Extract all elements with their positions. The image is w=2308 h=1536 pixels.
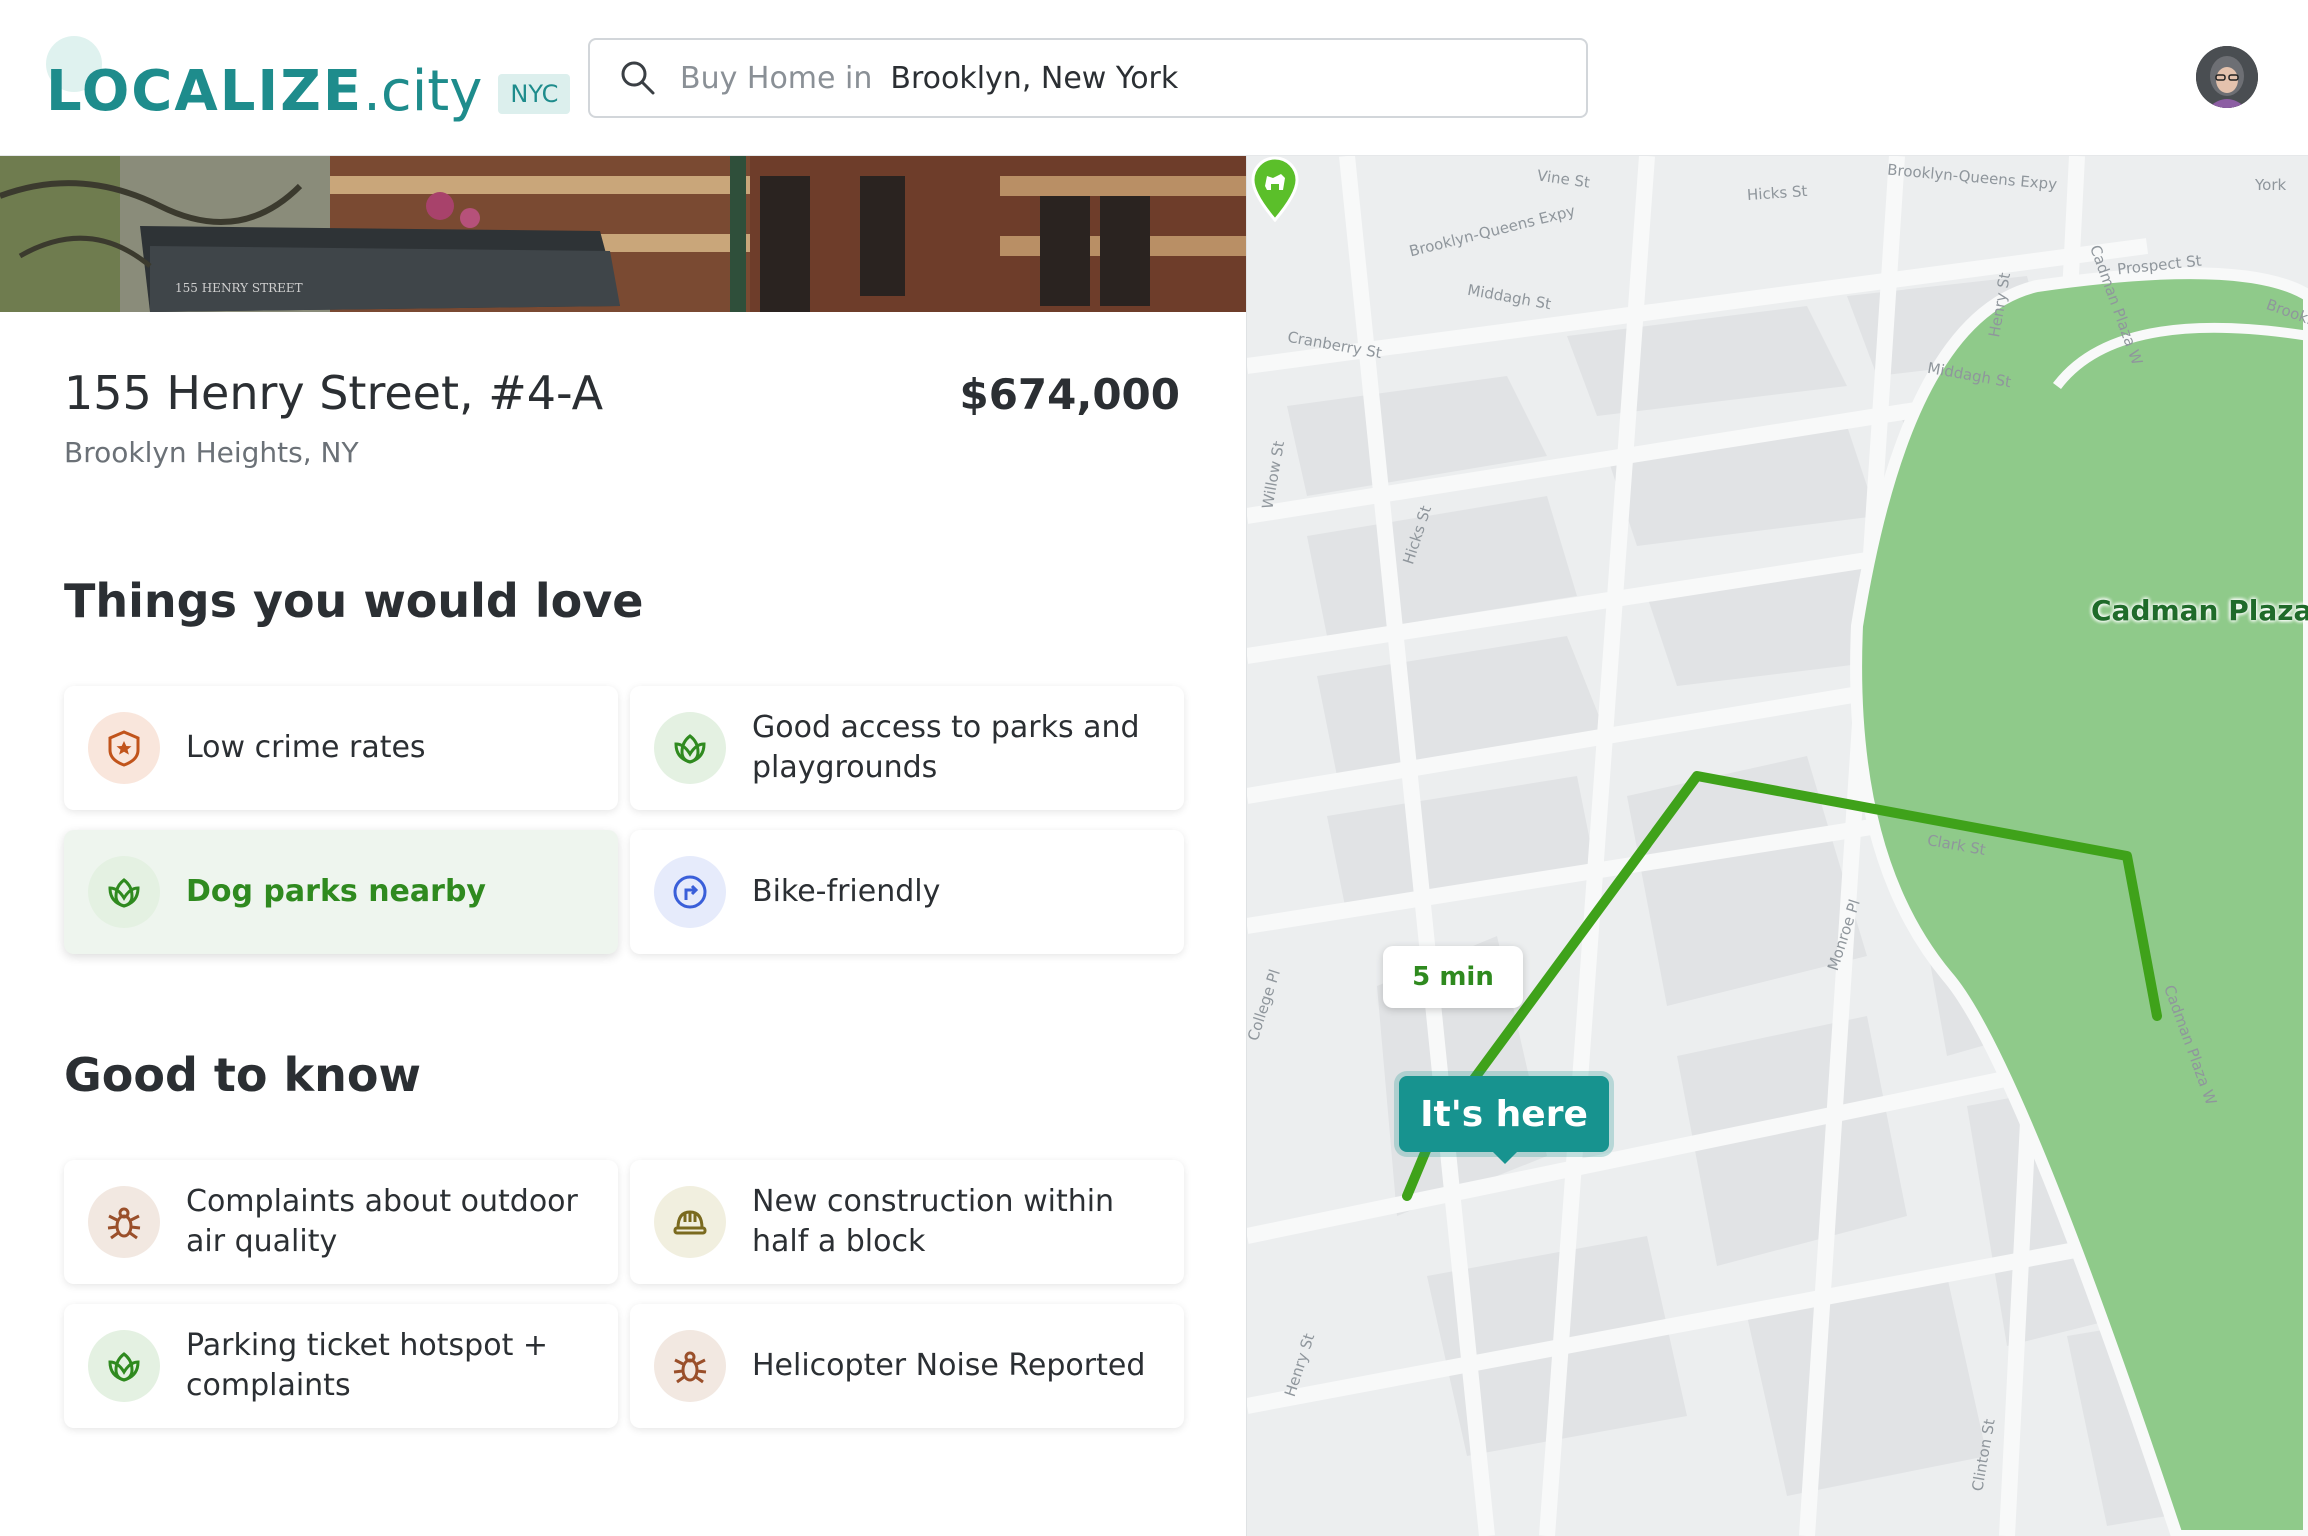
- route-time-bubble: 5 min: [1383, 946, 1523, 1008]
- logo-suffix: .city: [363, 59, 483, 124]
- leaf-icon: [88, 856, 160, 928]
- listing-panel: 155 HENRY STREET 155 Henry Street, #4-A …: [0, 156, 1246, 1536]
- hardhat-icon: [654, 1186, 726, 1258]
- feature-card-low-crime[interactable]: Low crime rates: [64, 686, 618, 810]
- feature-card-dog-parks[interactable]: Dog parks nearby: [64, 830, 618, 954]
- dog-park-pin-icon[interactable]: [1247, 156, 1303, 222]
- feature-label: Low crime rates: [186, 730, 426, 765]
- info-card-construction[interactable]: New construction within half a block: [630, 1160, 1184, 1284]
- feature-card-parks-access[interactable]: Good access to parks and playgrounds: [630, 686, 1184, 810]
- info-label: Parking ticket hotspot + complaints: [186, 1328, 549, 1403]
- listing-address: 155 Henry Street, #4-A: [64, 366, 604, 420]
- property-marker-tail: [1491, 1150, 1519, 1164]
- feature-label: Bike-friendly: [752, 874, 941, 909]
- directions-icon: [654, 856, 726, 928]
- info-card-helicopter-noise[interactable]: Helicopter Noise Reported: [630, 1304, 1184, 1428]
- know-section-title: Good to know: [64, 1048, 421, 1102]
- info-card-air-quality[interactable]: Complaints about outdoor air quality: [64, 1160, 618, 1284]
- feature-card-bike-friendly[interactable]: Bike-friendly: [630, 830, 1184, 954]
- search-input[interactable]: Brooklyn, New York: [890, 61, 1178, 96]
- bug-icon: [88, 1186, 160, 1258]
- feature-label: Good access to parks and playgrounds: [752, 710, 1140, 785]
- feature-label: Dog parks nearby: [186, 874, 486, 909]
- logo-text: LOCALIZE: [46, 59, 364, 124]
- listing-photo[interactable]: 155 HENRY STREET: [0, 156, 1246, 312]
- bug-icon: [654, 1330, 726, 1402]
- listing-locality: Brooklyn Heights, NY: [64, 436, 359, 469]
- street-label: York: [2255, 176, 2287, 194]
- leaf-icon: [88, 1330, 160, 1402]
- leaf-icon: [654, 712, 726, 784]
- city-badge: NYC: [498, 74, 571, 114]
- photo-sign-text: 155 HENRY STREET: [175, 281, 303, 295]
- info-card-parking[interactable]: Parking ticket hotspot + complaints: [64, 1304, 618, 1428]
- localize-logo[interactable]: LOCALIZE .city NYC: [46, 36, 571, 124]
- avatar-image: [2196, 46, 2258, 108]
- info-label: Complaints about outdoor air quality: [186, 1184, 578, 1259]
- info-label: Helicopter Noise Reported: [752, 1348, 1146, 1383]
- info-label: New construction within half a block: [752, 1184, 1115, 1259]
- user-avatar[interactable]: [2196, 46, 2258, 108]
- map-canvas: [1247, 156, 2308, 1536]
- listing-price: $674,000: [959, 370, 1180, 419]
- park-label: Cadman Plaza P: [2091, 594, 2308, 627]
- search-icon: [621, 61, 655, 95]
- top-header: LOCALIZE .city NYC Buy Home in Brooklyn,…: [0, 0, 2308, 156]
- neighborhood-map[interactable]: Vine St Hicks St Brooklyn-Queens Expy Br…: [1246, 156, 2308, 1536]
- property-marker[interactable]: It's here: [1399, 1076, 1609, 1152]
- search-bar[interactable]: Buy Home in Brooklyn, New York: [588, 38, 1588, 118]
- shield-star-icon: [88, 712, 160, 784]
- love-section-title: Things you would love: [64, 574, 644, 628]
- search-prefix: Buy Home in: [680, 60, 873, 96]
